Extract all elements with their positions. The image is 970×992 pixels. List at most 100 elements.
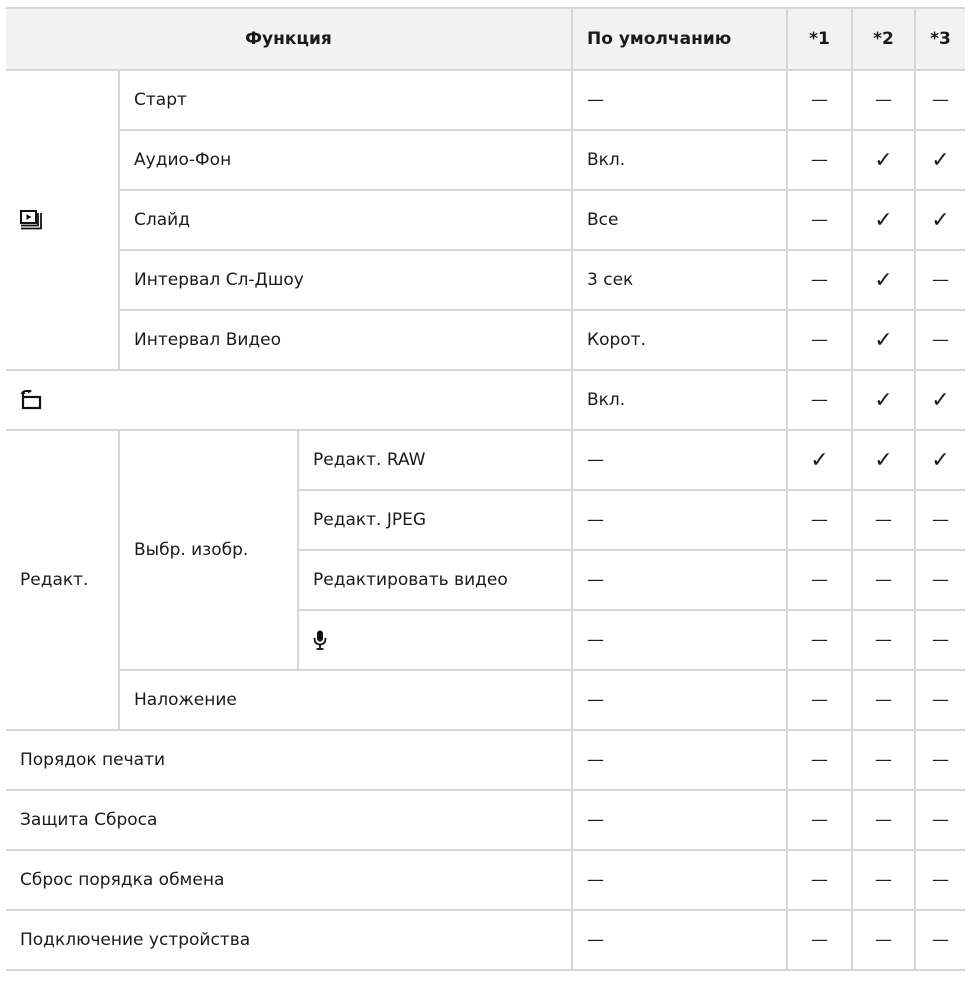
row-c1: ✓ <box>786 429 853 491</box>
row-label: Аудио-Фон <box>119 129 573 191</box>
row-default: — <box>571 549 788 611</box>
header-c1: *1 <box>786 7 853 71</box>
row-default: — <box>571 849 788 911</box>
row-c1: — <box>786 249 853 311</box>
row-c3: ✓ <box>914 129 965 191</box>
row-c3: — <box>914 309 965 371</box>
table-row: Слайд Все — ✓ ✓ <box>6 189 965 251</box>
row-label: Интервал Видео <box>119 309 573 371</box>
row-c2: — <box>851 909 916 971</box>
row-c1: — <box>786 69 853 131</box>
row-c1: — <box>786 129 853 191</box>
row-label: Редакт. JPEG <box>298 489 573 551</box>
rotate-cell <box>6 369 573 431</box>
row-label: Порядок печати <box>6 729 573 791</box>
row-c3: — <box>914 489 965 551</box>
row-c2: — <box>851 849 916 911</box>
table-row: Наложение — — — — <box>6 669 965 731</box>
row-c2: ✓ <box>851 429 916 491</box>
row-default: Все <box>571 189 788 251</box>
row-c3: ✓ <box>914 189 965 251</box>
mic-cell <box>298 609 573 671</box>
row-c1: — <box>786 489 853 551</box>
row-c2: ✓ <box>851 309 916 371</box>
row-c3: — <box>914 249 965 311</box>
row-default: — <box>571 489 788 551</box>
row-default: — <box>571 429 788 491</box>
row-c3: — <box>914 609 965 671</box>
row-label: Слайд <box>119 189 573 251</box>
table-row: Интервал Сл-Дшоу 3 сек — ✓ — <box>6 249 965 311</box>
row-c2: ✓ <box>851 249 916 311</box>
row-default: Вкл. <box>571 129 788 191</box>
table-row: Редакт. Выбр. изобр. Редакт. RAW — ✓ ✓ ✓ <box>6 429 965 731</box>
row-c2: ✓ <box>851 129 916 191</box>
table-row: Аудио-Фон Вкл. — ✓ ✓ <box>6 129 965 191</box>
row-c3: — <box>914 69 965 131</box>
row-label: Сброс порядка обмена <box>6 849 573 911</box>
row-c3: ✓ <box>914 429 965 491</box>
row-default: Корот. <box>571 309 788 371</box>
row-c1: — <box>786 789 853 851</box>
row-c1: — <box>786 909 853 971</box>
slideshow-group-cell <box>6 69 120 371</box>
row-default: — <box>571 729 788 791</box>
table-row: Порядок печати — — — — <box>6 729 965 791</box>
row-c3: — <box>914 849 965 911</box>
row-c1: — <box>786 849 853 911</box>
rotate-icon <box>20 390 571 410</box>
row-c3: — <box>914 789 965 851</box>
row-c2: — <box>851 669 916 731</box>
row-label: Подключение устройства <box>6 909 573 971</box>
table-row: Сброс порядка обмена — — — — <box>6 849 965 911</box>
table-row: Подключение устройства — — — — <box>6 909 965 971</box>
header-default: По умолчанию <box>571 7 788 71</box>
row-c2: — <box>851 69 916 131</box>
row-c3: — <box>914 549 965 611</box>
row-default: — <box>571 69 788 131</box>
row-default: — <box>571 789 788 851</box>
edit-group-label: Редакт. <box>6 429 120 731</box>
row-default: — <box>571 669 788 731</box>
row-label: Редакт. RAW <box>297 429 573 491</box>
row-c1: — <box>786 309 853 371</box>
row-label: Защита Сброса <box>6 789 573 851</box>
row-c2: — <box>851 789 916 851</box>
header-c3: *3 <box>914 7 965 71</box>
row-c2: ✓ <box>851 189 916 251</box>
settings-table: Функция По умолчанию *1 *2 *3 Старт — — … <box>6 7 965 971</box>
row-c2: — <box>851 549 916 611</box>
select-image-label: Выбр. изобр. <box>118 429 299 671</box>
row-c1: — <box>786 729 853 791</box>
microphone-icon <box>313 630 571 650</box>
row-label: Редактировать видео <box>298 549 573 611</box>
row-c1: — <box>786 549 853 611</box>
row-default: Вкл. <box>571 369 788 431</box>
table-row: Старт — — — — <box>6 69 965 371</box>
slideshow-icon <box>20 210 118 230</box>
row-c3: — <box>914 669 965 731</box>
row-default: — <box>571 609 788 671</box>
row-c3: — <box>914 909 965 971</box>
row-c1: — <box>786 369 853 431</box>
row-c1: — <box>786 189 853 251</box>
header-function: Функция <box>6 7 573 71</box>
row-c3: — <box>914 729 965 791</box>
table-row: Вкл. — ✓ ✓ <box>6 369 965 431</box>
row-c1: — <box>786 669 853 731</box>
row-default: 3 сек <box>571 249 788 311</box>
row-default: — <box>571 909 788 971</box>
row-c3: ✓ <box>914 369 965 431</box>
row-label: Старт <box>118 69 573 131</box>
header-c2: *2 <box>851 7 916 71</box>
table-row: Защита Сброса — — — — <box>6 789 965 851</box>
row-c2: — <box>851 609 916 671</box>
table-header-row: Функция По умолчанию *1 *2 *3 <box>6 7 965 71</box>
row-c1: — <box>786 609 853 671</box>
row-label: Наложение <box>119 669 573 731</box>
row-c2: ✓ <box>851 369 916 431</box>
table-row: Интервал Видео Корот. — ✓ — <box>6 309 965 371</box>
row-c2: — <box>851 489 916 551</box>
row-c2: — <box>851 729 916 791</box>
row-label: Интервал Сл-Дшоу <box>119 249 573 311</box>
